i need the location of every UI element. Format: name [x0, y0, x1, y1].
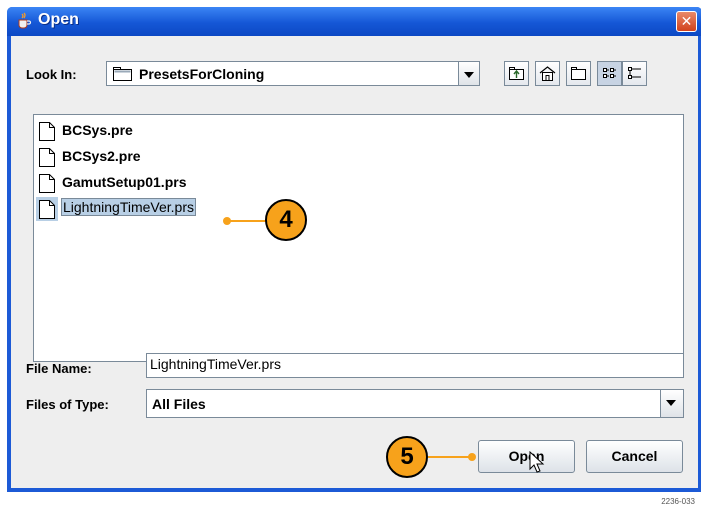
file-name: BCSys.pre [62, 122, 133, 138]
title-bar[interactable]: Open ✕ [7, 7, 701, 36]
callout-number: 4 [279, 206, 293, 233]
look-in-label: Look In: [26, 67, 77, 82]
files-of-type-value: All Files [152, 396, 206, 412]
details-view-button[interactable] [622, 61, 647, 86]
window-title: Open [38, 11, 79, 28]
up-one-level-button[interactable] [504, 61, 529, 86]
open-dialog: Open ✕ Look In: PresetsForCloning BCSys.… [7, 7, 701, 492]
open-button[interactable]: Open [478, 440, 575, 473]
list-item-selected[interactable]: LightningTimeVer.prs [36, 197, 239, 221]
files-of-type-label: Files of Type: [26, 397, 109, 412]
new-folder-icon [571, 67, 586, 80]
callout-step-4: 4 [265, 199, 307, 241]
mouse-cursor-icon [529, 451, 545, 473]
details-view-icon [628, 67, 641, 79]
chevron-down-icon[interactable] [660, 390, 683, 417]
chevron-down-icon[interactable] [458, 62, 479, 85]
file-name: GamutSetup01.prs [62, 174, 187, 190]
list-view-icon [603, 68, 616, 78]
file-name: LightningTimeVer.prs [61, 198, 196, 216]
file-name-label: File Name: [26, 361, 92, 376]
java-cup-icon [18, 12, 32, 29]
callout-line-5 [428, 456, 472, 458]
callout-pointer-5 [468, 453, 476, 461]
file-name-field[interactable]: LightningTimeVer.prs [146, 353, 684, 378]
look-in-value: PresetsForCloning [139, 66, 265, 82]
callout-step-5: 5 [386, 436, 428, 478]
home-button[interactable] [535, 61, 560, 86]
home-icon [539, 66, 556, 81]
folder-icon [113, 67, 132, 81]
callout-number: 5 [400, 443, 414, 470]
file-icon [39, 174, 55, 193]
file-list[interactable]: BCSys.pre BCSys2.pre GamutSetup01.prs Li… [33, 114, 684, 362]
list-view-button[interactable] [597, 61, 622, 86]
up-one-level-icon [509, 67, 524, 80]
cancel-button[interactable]: Cancel [586, 440, 683, 473]
file-name-value: LightningTimeVer.prs [150, 356, 281, 372]
file-name: BCSys2.pre [62, 148, 141, 164]
look-in-combo[interactable]: PresetsForCloning [106, 61, 480, 86]
new-folder-button[interactable] [566, 61, 591, 86]
callout-line-4 [227, 220, 267, 222]
files-of-type-combo[interactable]: All Files [146, 389, 684, 418]
dialog-body: Look In: PresetsForCloning BCSys.pre BCS… [11, 36, 698, 488]
close-icon: ✕ [680, 13, 693, 29]
close-button[interactable]: ✕ [676, 11, 697, 32]
figure-id: 2236-033 [661, 497, 695, 506]
file-icon [39, 148, 55, 167]
file-icon [39, 122, 55, 141]
file-icon [39, 200, 55, 219]
cancel-button-label: Cancel [611, 448, 658, 464]
